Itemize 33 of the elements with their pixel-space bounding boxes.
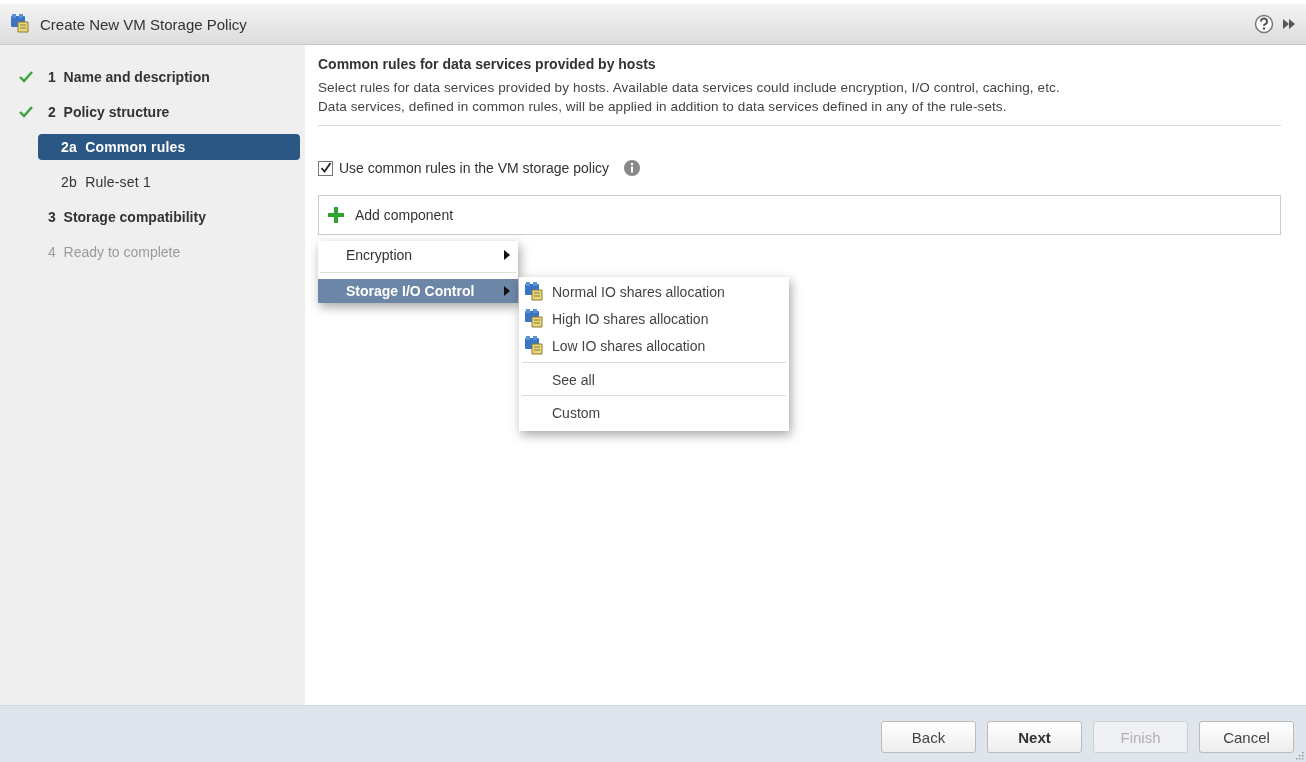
wizard-button[interactable]: Cancel (1199, 721, 1294, 753)
wizard-step[interactable]: 2b Rule-set 1 (38, 168, 300, 195)
policy-icon (10, 13, 32, 35)
menu-item[interactable]: Encryption (318, 243, 518, 267)
wizard-step[interactable]: 3 Storage compatibility (48, 203, 216, 230)
menu-item[interactable]: See all (519, 368, 789, 392)
profile-icon (524, 334, 546, 357)
menu-item[interactable]: Normal IO shares allocation (519, 278, 789, 305)
menu-item[interactable]: Storage I/O Control (318, 279, 518, 303)
checkbox-label: Use common rules in the VM storage policy (339, 160, 609, 176)
checkbox[interactable] (318, 160, 333, 176)
info-icon[interactable] (623, 159, 641, 177)
profile-icon (524, 307, 546, 330)
wizard-step[interactable]: 2 Policy structure (48, 98, 180, 125)
help-icon[interactable] (1254, 14, 1274, 34)
description-text: Select rules for data services provided by hosts. Available data services could include encryption, I/O control, caching, etc. (318, 79, 1061, 97)
menu-item[interactable]: High IO shares allocation (519, 305, 789, 332)
plus-icon (327, 206, 345, 224)
wizard-button[interactable]: Back (881, 721, 976, 753)
wizard-button[interactable]: Next (987, 721, 1082, 753)
submenu-arrow-icon (504, 250, 510, 260)
window-title: Create New VM Storage Policy (40, 15, 248, 33)
expand-icon[interactable] (1282, 18, 1296, 30)
add-component-button[interactable]: Add component (318, 195, 1281, 235)
description-text: Data services, defined in common rules, will be applied in addition to data services defined in any of the rule-sets. (318, 98, 1008, 116)
menu-item[interactable]: Low IO shares allocation (519, 332, 789, 359)
menu-item[interactable]: Custom (519, 401, 789, 425)
profile-icon (524, 280, 546, 303)
section-heading: Common rules for data services provided by hosts (318, 56, 657, 72)
resize-grip-icon[interactable] (1294, 750, 1304, 760)
wizard-step[interactable]: 2a Common rules (38, 133, 300, 160)
submenu-arrow-icon (504, 286, 510, 296)
wizard-step[interactable]: 1 Name and description (48, 63, 220, 90)
